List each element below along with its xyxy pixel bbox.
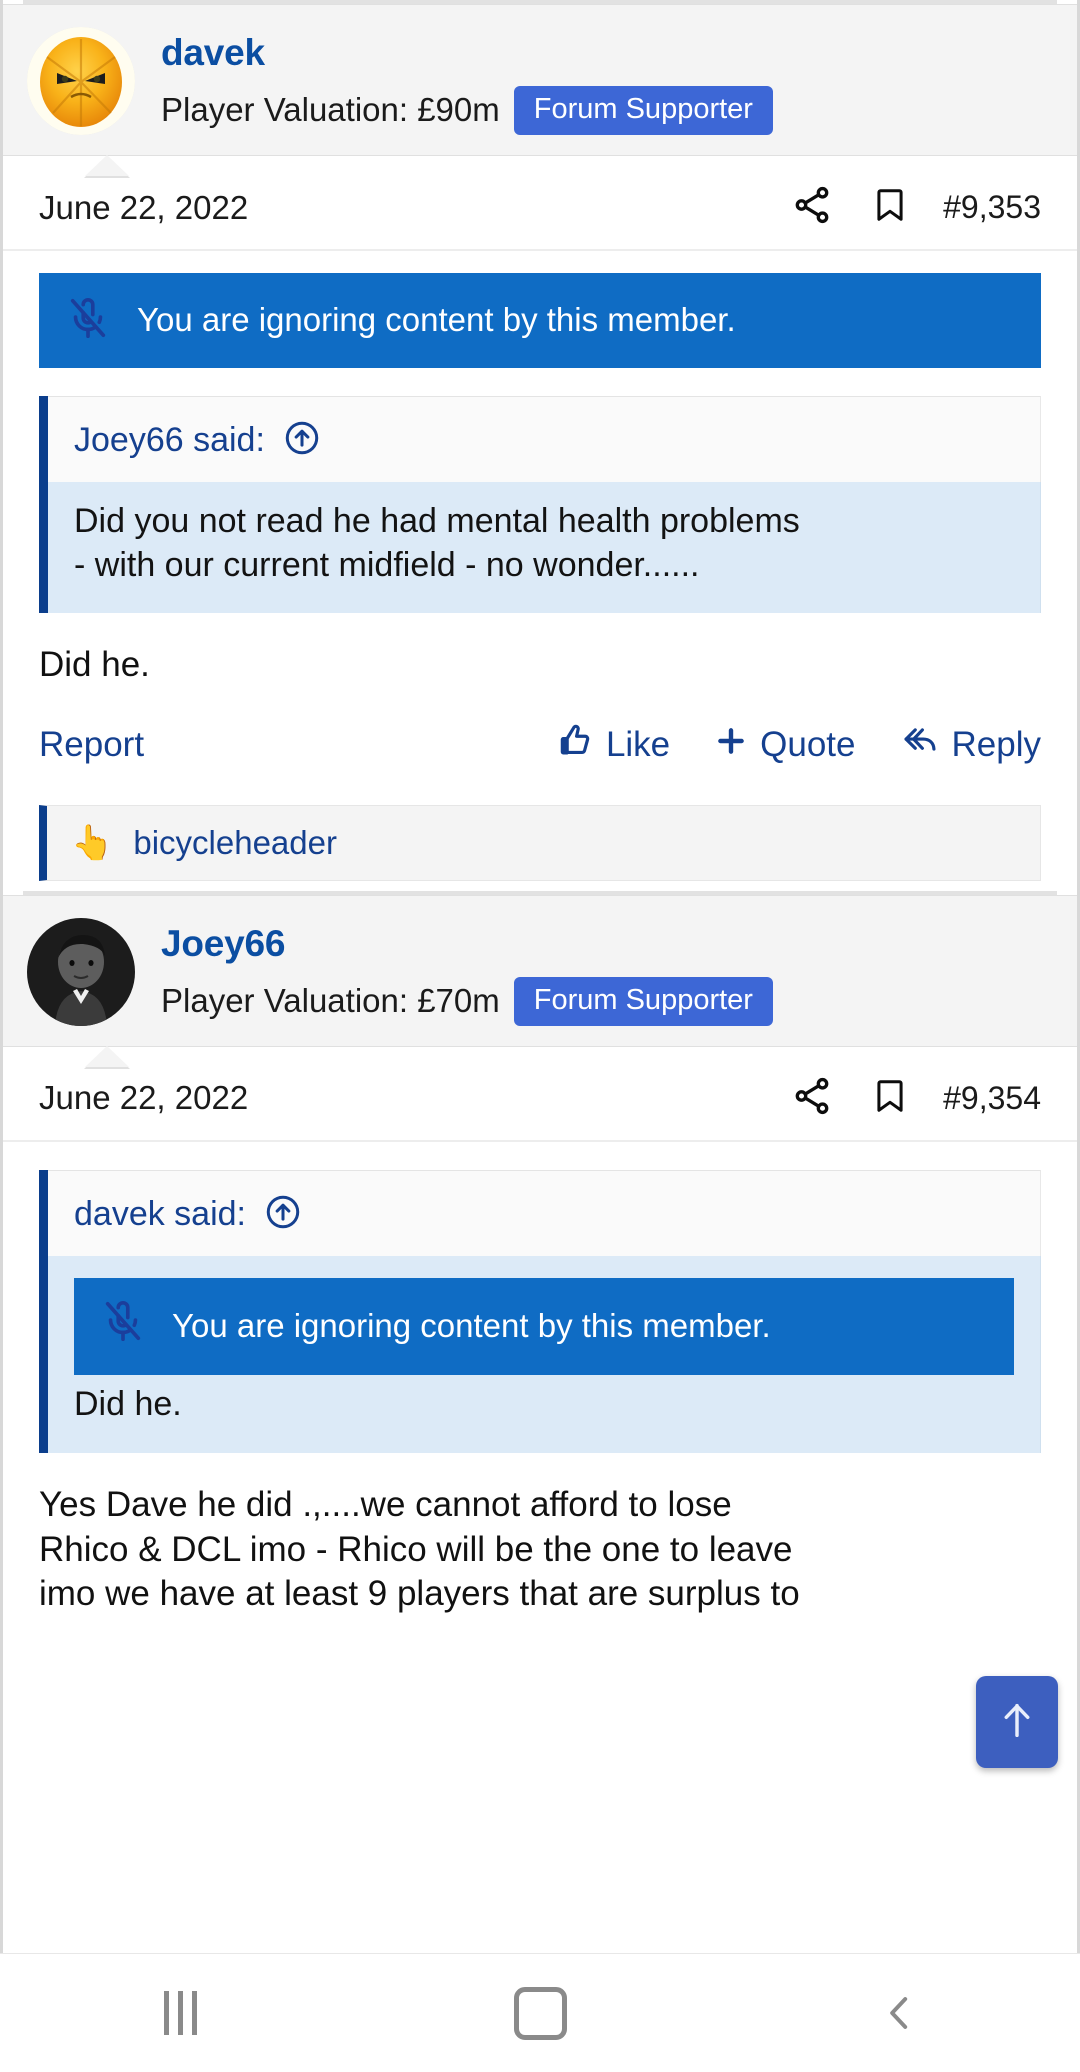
ignore-notice-text: You are ignoring content by this member.: [137, 301, 736, 339]
post-message-line-3: imo we have at least 9 players that are …: [39, 1574, 800, 1614]
forum-supporter-badge: Forum Supporter: [513, 976, 773, 1026]
post-9353: davek Player Valuation: £90m Forum Suppo…: [3, 0, 1077, 881]
post-meta-bar: June 22, 2022 #9,353: [3, 156, 1077, 251]
back-button[interactable]: [800, 1987, 1000, 2039]
post-message-line-2: Rhico & DCL imo - Rhico will be the one …: [39, 1529, 793, 1569]
home-button[interactable]: [440, 1986, 640, 2040]
post-message-line-1: Yes Dave he did .,....we cannot afford t…: [39, 1484, 732, 1524]
like-button[interactable]: Like: [556, 722, 670, 769]
post-actions: Report Like Quote Reply: [39, 688, 1041, 779]
post-date[interactable]: June 22, 2022: [39, 189, 791, 227]
post-message-text: Did he.: [39, 613, 1041, 688]
arrow-up-circle-icon[interactable]: [283, 419, 321, 462]
share-icon[interactable]: [791, 1075, 833, 1122]
post-message-text: Yes Dave he did .,....we cannot afford t…: [39, 1453, 1041, 1617]
post-user-strip: davek Player Valuation: £90m Forum Suppo…: [3, 4, 1077, 178]
post-meta-icons: [791, 1075, 909, 1122]
post-user-strip: Joey66 Player Valuation: £70m Forum Supp…: [3, 894, 1077, 1069]
share-icon[interactable]: [791, 184, 833, 231]
thread-content: davek Player Valuation: £90m Forum Suppo…: [3, 0, 1077, 2072]
quote-line-2: - with our current midfield - no wonder.…: [74, 545, 700, 584]
post-number[interactable]: #9,354: [943, 1080, 1041, 1117]
post-username[interactable]: davek: [161, 32, 773, 74]
post-body: davek said: You are ignoring content by …: [3, 1169, 1077, 1617]
user-meta: Joey66 Player Valuation: £70m Forum Supp…: [161, 918, 773, 1026]
quote-line-1: Did he.: [74, 1385, 182, 1424]
angry-orange-avatar: [27, 27, 135, 135]
mute-icon: [100, 1298, 146, 1356]
ignore-notice-text: You are ignoring content by this member.: [172, 1307, 771, 1345]
player-valuation: Player Valuation: £70m: [161, 982, 500, 1020]
quote-line-1: Did you not read he had mental health pr…: [74, 502, 800, 540]
scroll-to-top-button[interactable]: [976, 1676, 1058, 1768]
avatar[interactable]: [27, 27, 135, 135]
quote-block: Joey66 said: Did you not read he had men…: [39, 396, 1041, 614]
arrow-up-icon: [994, 1694, 1040, 1751]
avatar[interactable]: [27, 917, 135, 1026]
arrow-up-circle-icon[interactable]: [264, 1193, 302, 1236]
player-valuation: Player Valuation: £90m: [161, 91, 500, 129]
android-navigation-bar: [0, 1953, 1080, 2072]
photo-portrait-avatar: [27, 917, 135, 1026]
quote-body: Did you not read he had mental health pr…: [48, 482, 1041, 614]
mute-icon: [65, 295, 111, 346]
forum-supporter-badge: Forum Supporter: [513, 85, 773, 135]
bookmark-icon[interactable]: [871, 1075, 909, 1122]
quote-author[interactable]: Joey66 said:: [74, 421, 265, 460]
post-meta-icons: [791, 184, 909, 231]
thumbs-up-icon: [556, 722, 594, 769]
post-reactions-bar[interactable]: 👆 bicycleheader: [39, 804, 1041, 881]
user-subline: Player Valuation: £70m Forum Supporter: [161, 976, 773, 1026]
report-button[interactable]: Report: [39, 725, 144, 765]
ignore-notice-banner: You are ignoring content by this member.: [74, 1277, 1014, 1376]
quote-author[interactable]: davek said:: [74, 1195, 246, 1234]
post-body: You are ignoring content by this member.…: [3, 273, 1077, 881]
reply-button[interactable]: Reply: [900, 722, 1041, 769]
speech-tail: [85, 1045, 129, 1067]
quote-block: davek said: You are ignoring content by …: [39, 1169, 1041, 1453]
post-username[interactable]: Joey66: [161, 923, 773, 965]
point-up-hand-emoji: 👆: [71, 823, 114, 862]
quote-header[interactable]: davek said:: [48, 1169, 1041, 1256]
post-date[interactable]: June 22, 2022: [39, 1079, 791, 1117]
reply-arrow-icon: [900, 722, 940, 769]
quote-body: You are ignoring content by this member.…: [48, 1255, 1041, 1453]
post-spacer: [3, 880, 1077, 891]
speech-tail: [85, 155, 129, 176]
reply-label: Reply: [951, 725, 1041, 765]
post-number[interactable]: #9,353: [943, 189, 1041, 226]
back-icon: [879, 1987, 921, 2039]
post-meta-bar: June 22, 2022 #9,354: [3, 1047, 1077, 1142]
quote-label: Quote: [760, 725, 856, 765]
recents-button[interactable]: [80, 1991, 280, 2035]
quote-header[interactable]: Joey66 said:: [48, 396, 1041, 482]
plus-icon: [714, 724, 748, 767]
reaction-member-names[interactable]: bicycleheader: [133, 824, 337, 862]
recents-icon: [163, 1991, 197, 2035]
post-9354: Joey66 Player Valuation: £70m Forum Supp…: [3, 890, 1077, 1617]
home-icon: [513, 1986, 567, 2040]
bookmark-icon[interactable]: [871, 184, 909, 231]
user-meta: davek Player Valuation: £90m Forum Suppo…: [161, 27, 773, 135]
like-label: Like: [605, 725, 671, 765]
user-subline: Player Valuation: £90m Forum Supporter: [161, 85, 773, 135]
forum-thread-page: davek Player Valuation: £90m Forum Suppo…: [0, 0, 1080, 2072]
post-message-line: Did he.: [39, 645, 150, 685]
ignore-notice-banner: You are ignoring content by this member.: [39, 273, 1041, 368]
quote-button[interactable]: Quote: [714, 724, 856, 767]
